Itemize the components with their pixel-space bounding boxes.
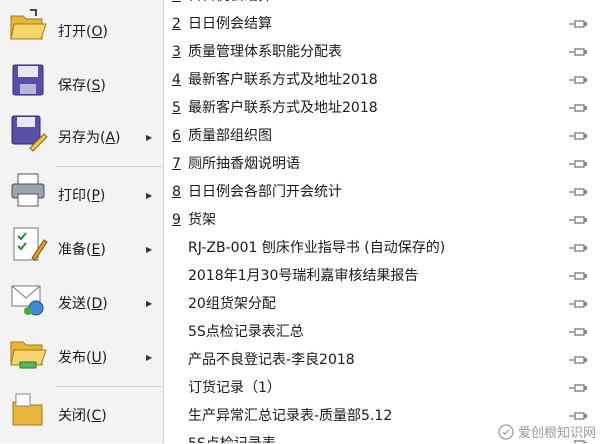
pin-icon[interactable] (568, 130, 588, 142)
recent-document-name: 5S点检记录表汇总 (188, 324, 304, 340)
open-command[interactable]: 打开(O) (0, 6, 163, 60)
recent-document-item[interactable]: 20组货架分配 (164, 290, 600, 318)
pin-icon[interactable] (568, 326, 588, 338)
recent-document-item[interactable]: 8 日日例会各部门开会统计 (164, 178, 600, 206)
pin-icon[interactable] (568, 242, 588, 254)
recent-document-number: 2 (172, 16, 181, 32)
recent-document-number: 6 (172, 128, 181, 144)
recent-document-name: 20组货架分配 (188, 296, 276, 312)
pin-icon[interactable] (568, 270, 588, 282)
watermark-logo-icon (498, 423, 514, 440)
pin-icon[interactable] (568, 382, 588, 394)
pin-icon[interactable] (568, 186, 588, 198)
submenu-arrow-icon: ▶ (146, 353, 153, 362)
recent-document-name: 日日例会各部门开会统计 (188, 184, 342, 200)
recent-document-name: 产品不良登记表-李良2018 (188, 352, 355, 368)
watermark: 爱创根知识网 (498, 422, 596, 441)
recent-document-item[interactable]: 2018年1月30号瑞利嘉审核结果报告 (164, 262, 600, 290)
prepare-label: 准备(E) (58, 242, 106, 258)
pin-icon[interactable] (568, 410, 588, 422)
recent-document-item[interactable]: 9 货架 (164, 206, 600, 234)
publish-label: 发布(U) (58, 350, 108, 366)
recent-document-name: 2018年1月30号瑞利嘉审核结果报告 (188, 268, 419, 284)
pin-icon[interactable] (568, 214, 588, 226)
open-label: 打开(O) (58, 24, 108, 40)
recent-document-item[interactable]: 产品不良登记表-李良2018 (164, 346, 600, 374)
recent-document-name: 最新客户联系方式及地址2018 (188, 100, 378, 116)
recent-document-name: 最新客户联系方式及地址2018 (188, 72, 378, 88)
recent-document-number: 5 (172, 100, 181, 116)
recent-document-name: 5S点检记录表 (188, 430, 276, 443)
pin-icon[interactable] (568, 158, 588, 170)
recent-document-item[interactable]: 5 最新客户联系方式及地址2018 (164, 94, 600, 122)
prepare-command[interactable]: 准备(E) ▶ (0, 224, 163, 278)
pin-icon[interactable] (568, 74, 588, 86)
print-label: 打印(P) (58, 188, 106, 204)
close-label: 关闭(C) (58, 408, 107, 424)
recent-document-name: 质量部组织图 (188, 128, 272, 144)
office-menu-commands: 打开(O) 保存(S) 另存为(A) ▶ 打印(P) ▶ 准备(E) ▶ 发送(… (0, 0, 164, 443)
submenu-arrow-icon: ▶ (146, 191, 153, 200)
save-as-icon (11, 115, 48, 152)
recent-document-name: RJ-ZB-001 刨床作业指导书 (自动保存的) (188, 240, 446, 256)
recent-document-item[interactable]: 7 厕所抽香烟说明语 (164, 150, 600, 178)
publish-command[interactable]: 发布(U) ▶ (0, 332, 163, 386)
recent-document-item[interactable]: 3 质量管理体系职能分配表 (164, 38, 600, 66)
recent-document-name: 质量管理体系职能分配表 (188, 44, 342, 60)
printer-icon (11, 173, 45, 207)
save-as-label: 另存为(A) (58, 130, 121, 146)
floppy-disk-icon (12, 64, 44, 96)
pin-icon[interactable] (568, 354, 588, 366)
submenu-arrow-icon: ▶ (146, 133, 153, 142)
folder-open-icon (10, 9, 47, 40)
recent-document-name: 订货记录（1） (188, 380, 281, 396)
recent-document-name: 货架 (188, 212, 216, 228)
recent-document-item[interactable]: 6 质量部组织图 (164, 122, 600, 150)
recent-document-name: 厕所抽香烟说明语 (188, 156, 300, 172)
submenu-arrow-icon: ▶ (146, 245, 153, 254)
recent-documents-list: 1 日日例会结算 2 日日例会结算 3 质量管理体系职能分配表 4 最新客户联系方式及地址… (164, 0, 600, 443)
save-as-command[interactable]: 另存为(A) ▶ (0, 112, 163, 166)
separator (56, 386, 162, 387)
checklist-icon (13, 227, 48, 261)
recent-document-item[interactable]: 5S点检记录表汇总 (164, 318, 600, 346)
print-command[interactable]: 打印(P) ▶ (0, 170, 163, 224)
recent-document-number: 3 (172, 44, 181, 60)
close-folder-icon (12, 393, 43, 426)
submenu-arrow-icon: ▶ (146, 299, 153, 308)
recent-document-number: 7 (172, 156, 181, 172)
pin-icon[interactable] (568, 18, 588, 30)
send-label: 发送(D) (58, 296, 108, 312)
send-mail-icon (11, 285, 44, 316)
recent-document-number: 8 (172, 184, 181, 200)
recent-document-item[interactable]: 订货记录（1） (164, 374, 600, 402)
recent-document-item[interactable]: 1 日日例会结算 (164, 0, 600, 10)
pin-icon[interactable] (568, 298, 588, 310)
publish-folder-icon (10, 341, 47, 369)
recent-document-item[interactable]: RJ-ZB-001 刨床作业指导书 (自动保存的) (164, 234, 600, 262)
close-command[interactable]: 关闭(C) (0, 390, 163, 444)
recent-document-number: 4 (172, 72, 181, 88)
send-command[interactable]: 发送(D) ▶ (0, 278, 163, 332)
separator (56, 166, 162, 167)
save-label: 保存(S) (58, 78, 106, 94)
recent-document-name: 日日例会结算 (188, 16, 272, 32)
recent-document-item[interactable]: 4 最新客户联系方式及地址2018 (164, 66, 600, 94)
recent-document-number: 9 (172, 212, 181, 228)
pin-icon[interactable] (568, 46, 588, 58)
recent-document-item[interactable]: 2 日日例会结算 (164, 10, 600, 38)
recent-document-name: 生产异常汇总记录表-质量部5.12 (188, 408, 393, 424)
pin-icon[interactable] (568, 102, 588, 114)
save-command[interactable]: 保存(S) (0, 60, 163, 114)
